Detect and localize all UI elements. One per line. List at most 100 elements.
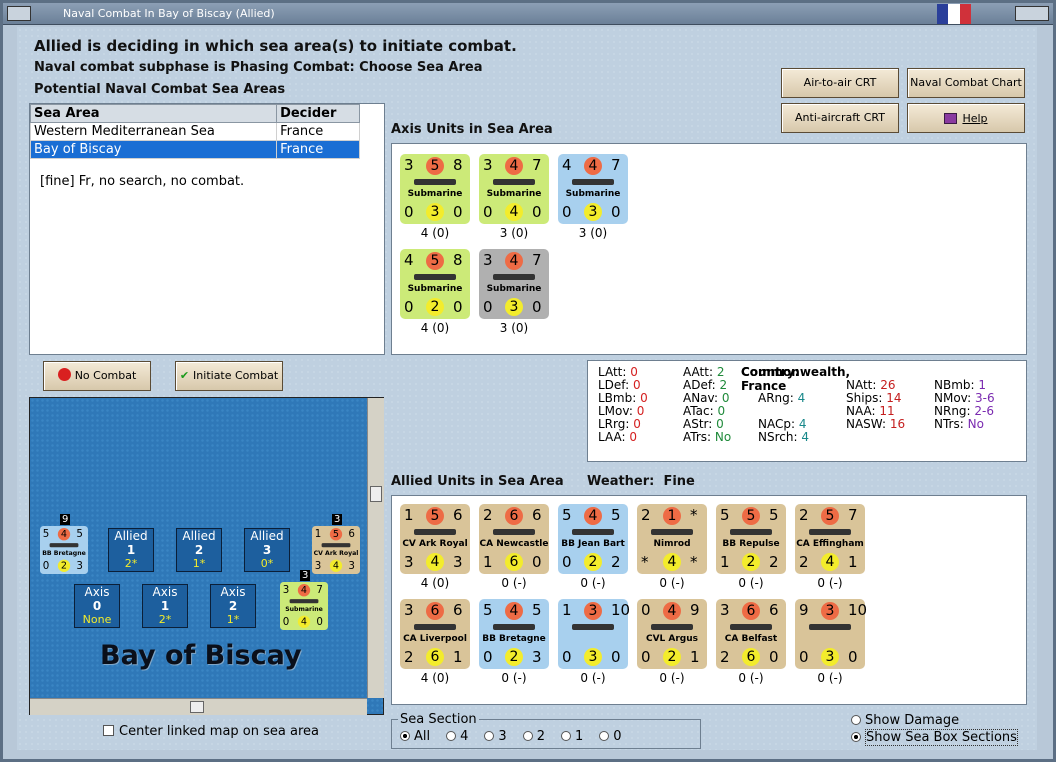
anti-aircraft-crt-button[interactable]: Anti-aircraft CRT [781,103,899,133]
window-control-button[interactable] [1015,6,1049,21]
unit-counter[interactable]: 1 6 3 3 5 4 CV Ark Royal [312,526,360,574]
sea-section-radio[interactable] [599,731,610,741]
ship-silhouette-icon [651,624,693,630]
unit-name: Submarine [486,189,542,199]
sea-section-radio[interactable] [484,731,495,741]
show-sea-box-label: Show Sea Box Sections [865,729,1018,746]
show-sea-box-radio[interactable] [851,732,861,742]
allied-sea-box[interactable]: Allied 1 2* [108,528,154,572]
box-number: 2 [228,599,238,613]
sea-section-option-label: 2 [536,729,545,744]
axis-sea-box[interactable]: Axis 1 2* [142,584,188,628]
unit-counter[interactable]: 2 6 1 0 6 6 CA Newcastle [479,504,549,574]
unit-counter[interactable]: 3 7 0 0 4 4 Submarine [479,154,549,224]
stat-key: ANav: [683,391,722,405]
table-row[interactable]: Western Mediterranean Sea France [29,122,360,141]
naval-combat-chart-button[interactable]: Naval Combat Chart [907,68,1025,98]
unit-value: * [690,506,698,524]
stat-value: 0 [630,365,638,379]
unit-value: 7 [848,506,858,524]
unit-value: 1 [690,648,700,666]
sea-section-radio[interactable] [400,731,410,741]
unit-name: CA Liverpool [403,634,467,644]
show-damage-radio[interactable] [851,715,861,725]
attack-circle: 4 [57,528,71,541]
allied-sea-box[interactable]: Allied 3 0* [244,528,290,572]
sea-section-option[interactable]: All [400,729,430,744]
unit-counter[interactable]: 0 9 0 1 4 2 CVL Argus [637,599,707,669]
vertical-scroll-thumb[interactable] [370,486,382,502]
box-number: 1 [160,599,170,613]
sea-section-option[interactable]: 3 [484,729,507,744]
sea-section-radio[interactable] [522,731,533,741]
box-value: 2* [124,557,138,570]
map-vertical-scrollbar[interactable] [367,398,384,698]
unit-counter[interactable]: 3 7 0 0 4 3 Submarine [479,249,549,319]
unit-value: 2 [404,648,414,666]
unit-counter[interactable]: 5 5 0 3 4 2 BB Bretagne [479,599,549,669]
sea-section-option-label: All [414,729,431,744]
no-combat-button[interactable]: No Combat [43,361,151,391]
unit-name: CA Effingham [796,539,864,549]
attack-circle: 4 [505,602,523,620]
defense-circle: 3 [584,648,602,666]
unit-value: 2 [483,506,493,524]
unit-counter[interactable]: 5 5 0 3 4 2 BB Bretagne [40,526,88,574]
unit-value: 0 [611,648,621,666]
unit-value: 2 [799,553,809,571]
unit-counter[interactable]: 1 10 0 0 3 3 [558,599,630,669]
ship-silhouette-icon [321,543,351,548]
unit-caption: 0 (-) [501,576,527,590]
unit-counter[interactable]: 3 7 0 0 4 4 Submarine [280,582,328,630]
stat-entry: NBmb: 1 [934,378,986,392]
allied-sea-box[interactable]: Allied 2 1* [176,528,222,572]
defense-circle: 4 [505,203,523,221]
stack-count-badge: 3 [332,514,343,525]
help-label: Help [962,111,988,125]
unit-value: 3 [720,601,730,619]
sea-section-option[interactable]: 0 [599,729,622,744]
unit-counter[interactable]: 3 6 2 0 6 6 CA Belfast [716,599,786,669]
sea-section-option[interactable]: 1 [560,729,583,744]
unit-counter[interactable]: 5 5 0 2 4 2 BB Jean Bart [558,504,628,574]
air-to-air-crt-button[interactable]: Air-to-air CRT [781,68,899,98]
sea-section-option[interactable]: 4 [446,729,468,744]
stat-value: 4 [801,430,809,444]
unit-counter[interactable]: 4 7 0 0 4 3 Submarine [558,154,628,224]
stat-key: NBmb: [934,378,979,392]
unit-counter[interactable]: 9 10 0 0 3 3 [795,599,867,669]
unit-counter[interactable]: 2 7 2 1 5 4 CA Effingham [795,504,865,574]
center-map-option[interactable]: Center linked map on sea area [103,724,319,739]
unit-value: 5 [611,506,621,524]
unit-caption: 0 (-) [817,671,843,685]
system-menu-button[interactable] [7,6,31,21]
stat-key: NASW: [846,417,890,431]
unit-counter[interactable]: 2 * * * 1 4 Nimrod [637,504,707,574]
row-sea-area: Western Mediterranean Sea [29,122,278,141]
help-button[interactable]: Help [907,103,1025,133]
unit-caption: 4 (0) [420,321,450,335]
sea-area-map[interactable]: Allied 1 2* Allied 2 1* Allied 3 0* Axis 0 None Axis… [29,397,384,715]
unit-counter[interactable]: 3 6 2 1 6 6 CA Liverpool [400,599,470,669]
unit-counter[interactable]: 3 8 0 0 5 3 Submarine [400,154,470,224]
axis-sea-box[interactable]: Axis 2 1* [210,584,256,628]
attack-circle: 3 [584,602,602,620]
table-row-selected[interactable]: Bay of Biscay France [29,140,360,159]
map-horizontal-scrollbar[interactable] [30,698,367,715]
axis-sea-box[interactable]: Axis 0 None [74,584,120,628]
show-sea-box-option[interactable]: Show Sea Box Sections [851,729,1018,746]
show-damage-option[interactable]: Show Damage [851,713,959,728]
france-flag-icon [937,4,971,24]
unit-counter[interactable]: 1 6 3 3 5 4 CV Ark Royal [400,504,470,574]
unit-value: 0 [562,648,572,666]
center-map-checkbox[interactable] [103,725,114,736]
initiate-combat-button[interactable]: ✔ Initiate Combat [175,361,283,391]
sea-section-radio[interactable] [560,731,571,741]
unit-value: 1 [404,506,414,524]
sea-section-option[interactable]: 2 [522,729,545,744]
checkmark-icon: ✔ [179,369,190,382]
horizontal-scroll-thumb[interactable] [190,701,204,713]
unit-counter[interactable]: 4 8 0 0 5 2 Submarine [400,249,470,319]
sea-section-radio[interactable] [446,731,457,741]
unit-counter[interactable]: 5 5 1 2 5 2 BB Repulse [716,504,786,574]
